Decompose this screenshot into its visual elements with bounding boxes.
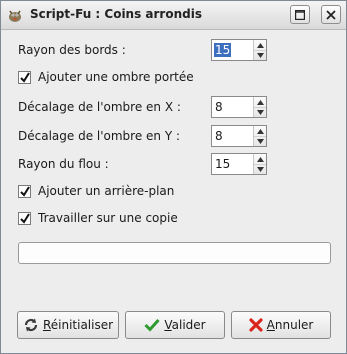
shadow-y-label: Décalage de l'ombre en Y : [18, 129, 181, 143]
close-button[interactable] [321, 5, 341, 24]
radius-spin-arrows[interactable] [253, 40, 266, 60]
shadow-y-spinbox[interactable]: 8 [211, 125, 267, 147]
spin-down-icon[interactable] [254, 107, 266, 117]
reset-button[interactable]: Réinitialiser [17, 311, 119, 339]
drop-shadow-checkbox[interactable] [18, 71, 31, 84]
work-on-copy-checkbox[interactable] [18, 212, 31, 225]
gimp-app-icon [9, 10, 21, 22]
blur-radius-label: Rayon du flou : [18, 157, 109, 171]
cancel-label: Annuler [266, 318, 314, 332]
shadow-x-value[interactable]: 8 [215, 100, 223, 114]
blur-radius-spinbox[interactable]: 15 [211, 153, 267, 175]
radius-value[interactable]: 15 [214, 43, 232, 57]
checkmark-icon [20, 72, 30, 83]
blur-radius-spin-arrows[interactable] [253, 154, 266, 174]
cancel-button[interactable]: Annuler [231, 311, 331, 339]
title-bar[interactable]: Script-Fu : Coins arrondis [1, 1, 346, 30]
radius-label: Rayon des bords : [18, 43, 126, 57]
blur-radius-value[interactable]: 15 [215, 157, 230, 171]
spin-down-icon[interactable] [254, 164, 266, 174]
checkmark-icon [20, 186, 30, 197]
reset-icon [24, 318, 38, 332]
cancel-x-icon [249, 318, 263, 332]
shadow-y-spin-arrows[interactable] [253, 126, 266, 146]
checkmark-icon [20, 213, 30, 224]
progress-bar [18, 242, 331, 264]
ok-label: Valider [164, 318, 206, 332]
add-background-checkbox[interactable] [18, 185, 31, 198]
work-on-copy-label: Travailler sur une copie [38, 211, 178, 225]
shadow-y-value[interactable]: 8 [215, 129, 223, 143]
drop-shadow-label: Ajouter une ombre portée [38, 70, 194, 84]
shadow-x-spinbox[interactable]: 8 [211, 96, 267, 118]
shadow-x-label: Décalage de l'ombre en X : [18, 100, 181, 114]
maximize-button[interactable] [290, 5, 310, 24]
window-title: Script-Fu : Coins arrondis [30, 7, 202, 21]
drop-shadow-checkbox-row[interactable]: Ajouter une ombre portée [18, 70, 218, 86]
ok-button[interactable]: Valider [125, 311, 225, 339]
radius-spinbox[interactable]: 15 [211, 39, 267, 61]
spin-down-icon[interactable] [254, 136, 266, 146]
dialog-window: Script-Fu : Coins arrondis Rayon des bor… [0, 0, 347, 354]
shadow-x-spin-arrows[interactable] [253, 97, 266, 117]
check-icon [144, 318, 160, 332]
work-on-copy-checkbox-row[interactable]: Travailler sur une copie [18, 211, 218, 227]
add-background-label: Ajouter un arrière-plan [38, 184, 175, 198]
reset-label: Réinitialiser [42, 318, 114, 332]
spin-down-icon[interactable] [254, 50, 266, 60]
add-background-checkbox-row[interactable]: Ajouter un arrière-plan [18, 184, 218, 200]
close-icon [322, 6, 340, 23]
maximize-icon [291, 6, 309, 23]
